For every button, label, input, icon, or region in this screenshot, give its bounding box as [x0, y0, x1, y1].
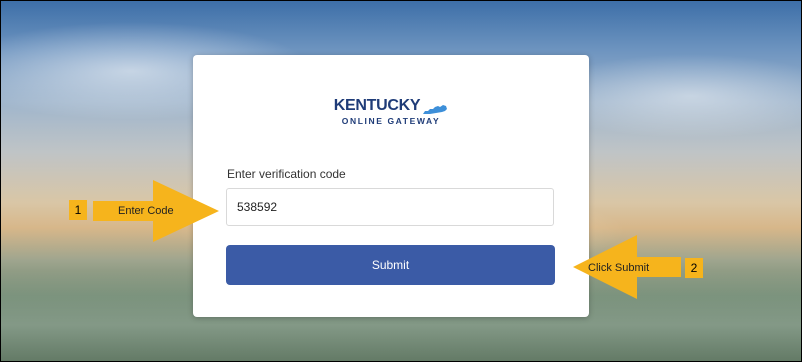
step2-label: Click Submit	[588, 262, 650, 274]
step2-arrow-icon	[573, 235, 681, 299]
step2-number-badge: 2	[685, 258, 703, 278]
background-scene: KENTUCKY ONLINE GATEWAY Enter verificati…	[0, 0, 802, 362]
